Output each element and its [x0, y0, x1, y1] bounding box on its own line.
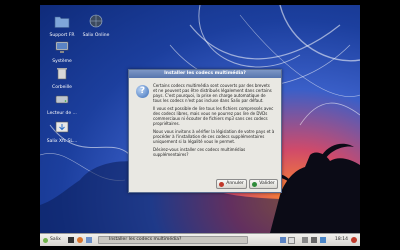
desktop-icon-label: Support FR — [49, 33, 75, 38]
screen-frame: Support FR Salix Online Système Corbeill… — [0, 0, 400, 250]
start-label: Salix — [50, 237, 61, 242]
dialog-message: Certains codecs multimédia sont couverts… — [153, 83, 275, 160]
folder-icon — [54, 16, 70, 28]
codecs-dialog: Installer les codecs multimédia? ? Certa… — [128, 69, 282, 193]
network-icon[interactable] — [302, 237, 308, 243]
taskbar-window-label: Installer les codecs multimédia? — [109, 237, 182, 242]
dialog-title[interactable]: Installer les codecs multimédia? — [129, 70, 281, 78]
desktop-icon-label: Salix Online — [82, 33, 110, 38]
cancel-label: Annuler — [226, 181, 244, 186]
desktop-icon-label: Système — [52, 59, 72, 64]
desktop-icon[interactable]: Lecteur de ... — [44, 91, 80, 116]
desktop-icon[interactable]: Salix Xfc SL... — [44, 119, 80, 144]
cancel-icon — [219, 181, 225, 187]
updates-icon[interactable] — [320, 237, 326, 243]
desktop-icon-label: Corbeille — [52, 85, 72, 90]
dialog-paragraph: Il vous est possible de lire tous les fi… — [153, 106, 274, 126]
desktop-icon[interactable]: Support FR — [44, 13, 80, 38]
desktop: Support FR Salix Online Système Corbeill… — [40, 5, 360, 233]
ok-button[interactable]: Valider — [249, 179, 278, 189]
terminal-launcher-icon[interactable] — [68, 237, 74, 243]
desktop-icon[interactable]: Salix Online — [78, 13, 114, 38]
taskbar: Salix Installer les codecs multimédia? 1… — [40, 233, 360, 246]
globe-icon — [89, 14, 103, 28]
ok-label: Valider — [259, 181, 275, 186]
power-icon[interactable] — [351, 237, 357, 243]
check-icon — [252, 181, 258, 187]
desktop-icon-label: Salix Xfc SL... — [46, 139, 78, 144]
question-icon: ? — [136, 85, 149, 98]
browser-launcher-icon[interactable] — [77, 237, 83, 243]
trash-icon — [57, 68, 67, 80]
drive-icon — [55, 95, 69, 104]
desktop-icon[interactable]: Corbeille — [44, 65, 80, 90]
taskbar-window-button[interactable]: Installer les codecs multimédia? — [98, 236, 248, 244]
desktop-icon[interactable]: Système — [44, 39, 80, 64]
start-menu-button[interactable]: Salix — [43, 236, 61, 244]
dialog-paragraph: Désirez-vous installer ces codecs multim… — [153, 147, 246, 157]
workspace-2-icon[interactable] — [288, 237, 295, 244]
files-launcher-icon[interactable] — [86, 237, 92, 243]
workspace-1-icon[interactable] — [280, 237, 286, 243]
cancel-button[interactable]: Annuler — [216, 179, 247, 189]
clock[interactable]: 18:14 — [335, 236, 348, 244]
dialog-paragraph: Certains codecs multimédia sont couverts… — [153, 83, 272, 103]
volume-icon[interactable] — [311, 237, 317, 243]
dialog-paragraph: Nous vous invitons à vérifier la législa… — [153, 129, 275, 144]
salix-logo-icon — [43, 237, 48, 243]
computer-icon — [55, 41, 69, 53]
desktop-icon-label: Lecteur de ... — [47, 111, 77, 116]
installer-icon — [55, 121, 69, 133]
